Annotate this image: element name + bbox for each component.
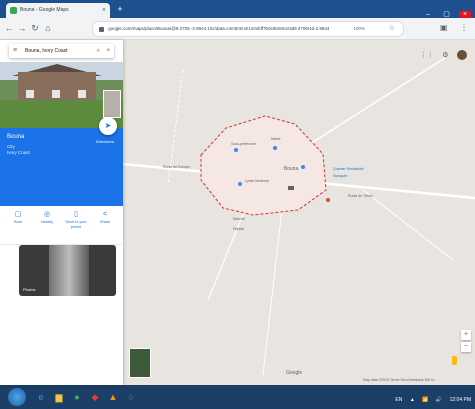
map-label-5: Hôpital	[233, 227, 244, 231]
poi-marker-6	[288, 186, 294, 190]
save-label: Save	[13, 220, 23, 224]
map-label-6: Route de Doropo	[163, 165, 190, 169]
media-taskbar-icon[interactable]: ●	[70, 390, 84, 404]
pegman-icon[interactable]	[452, 356, 457, 365]
hero-window	[78, 90, 86, 98]
save-button[interactable]: ▢ Save	[6, 210, 30, 225]
bookmark-icon: ▢	[14, 211, 22, 218]
paint-taskbar-icon[interactable]: ▲	[106, 390, 120, 404]
place-name: Bouna	[7, 134, 25, 140]
map-background	[123, 40, 475, 385]
home-button[interactable]: ⌂	[43, 22, 53, 34]
hamburger-menu-icon[interactable]: ≡	[13, 44, 17, 58]
start-button[interactable]	[8, 388, 26, 406]
hero-window	[26, 90, 34, 98]
browser-window: Bouna - Google Maps × + – ▢ × ← → ↻ ⌂ go…	[0, 0, 475, 409]
zoom-in-button[interactable]: +	[461, 330, 471, 340]
map-label-2: Mairie	[271, 137, 281, 141]
app-taskbar-icon[interactable]: ◆	[88, 390, 102, 404]
tab-strip: Bouna - Google Maps × + – ▢ ×	[0, 0, 475, 19]
photo-interior	[49, 245, 89, 296]
poi-marker-4	[301, 165, 305, 169]
zoom-controls: + −	[461, 328, 471, 352]
clock[interactable]: 12:04 PM	[450, 397, 471, 403]
photos-card[interactable]: Photos	[19, 245, 116, 296]
map-canvas[interactable]: Bouna Sous-préfecture Mairie Lycée Moder…	[123, 40, 475, 385]
lock-icon	[99, 26, 104, 32]
ie-taskbar-icon[interactable]: e	[34, 390, 48, 404]
map-drawing: Bouna Sous-préfecture Mairie Lycée Moder…	[123, 40, 475, 385]
hero-house	[18, 72, 96, 100]
chrome-taskbar-icon[interactable]: ○	[124, 390, 138, 404]
account-avatar[interactable]	[457, 49, 467, 60]
satellite-layer-toggle[interactable]	[129, 348, 151, 378]
map-label-1: Sous-préfecture	[231, 142, 256, 146]
new-tab-button[interactable]: +	[114, 4, 126, 14]
settings-gear-icon[interactable]: ⚙	[442, 51, 448, 59]
apps-grid-icon[interactable]: ⋮⋮	[420, 51, 434, 59]
map-top-controls: ⋮⋮ ⚙	[416, 46, 467, 60]
directions-icon[interactable]: ➤	[99, 117, 117, 135]
browser-toolbar: ← → ↻ ⌂ google.com/maps/place/Bouna/@9.2…	[0, 18, 475, 40]
zoom-out-button[interactable]: −	[461, 342, 471, 352]
windows-taskbar: e ▆ ● ◆ ▲ ○ EN ▲ 📶 🔊 12:04 PM	[0, 385, 475, 409]
hero-window	[52, 90, 60, 98]
poi-marker-1	[234, 148, 238, 152]
nearby-label: Nearby	[40, 220, 54, 224]
place-actions: ▢ Save ◎ Nearby ▯ Send to your phone < S…	[0, 210, 123, 242]
tab-title: Bouna - Google Maps	[20, 7, 69, 13]
place-panel: ≡ Bouna, Ivory Coast ⌕ × Bouna City Ivor…	[0, 40, 123, 385]
nearby-button[interactable]: ◎ Nearby	[35, 210, 59, 225]
folder-taskbar-icon[interactable]: ▆	[52, 390, 66, 404]
browser-tab[interactable]: Bouna - Google Maps ×	[6, 3, 110, 18]
zoom-level[interactable]: 100%	[353, 22, 365, 36]
back-button[interactable]: ←	[4, 22, 14, 34]
address-bar[interactable]: google.com/maps/place/Bouna/@9.2706,-2.9…	[92, 21, 404, 37]
reload-button[interactable]: ↻	[30, 22, 40, 34]
share-label: Share	[99, 220, 111, 224]
network-icon[interactable]: 📶	[422, 397, 428, 403]
share-button[interactable]: < Share	[93, 210, 117, 225]
chrome-menu-icon[interactable]: ⋮	[460, 22, 468, 34]
send-to-phone-button[interactable]: ▯ Send to your phone	[64, 210, 88, 230]
place-meta: City Ivory Coast	[7, 144, 30, 156]
bookmark-star-icon[interactable]: ☆	[389, 22, 395, 36]
poi-marker-3	[238, 182, 242, 186]
place-info-header: Bouna City Ivory Coast ➤ Directions	[0, 117, 123, 206]
map-label-9: Mosquée	[333, 174, 347, 178]
language-indicator[interactable]: EN	[395, 397, 402, 403]
place-country: Ivory Coast	[7, 150, 30, 155]
nearby-icon: ◎	[43, 211, 51, 218]
search-icon[interactable]: ⌕	[97, 44, 100, 58]
send-to-phone-label: Send to your phone	[65, 220, 87, 229]
phone-icon: ▯	[74, 211, 78, 218]
poi-marker-5	[326, 198, 330, 202]
poi-marker-2	[273, 146, 277, 150]
search-input[interactable]: Bouna, Ivory Coast	[25, 44, 85, 58]
map-label-7: Route de Téhini	[348, 194, 373, 198]
directions-label: Directions	[96, 139, 114, 144]
map-label-8: Quartier Résidentiel	[333, 167, 364, 171]
system-tray: EN ▲ 📶 🔊 12:04 PM	[392, 391, 471, 403]
window-controls: – ▢ ×	[420, 3, 471, 19]
url-text: google.com/maps/place/Bouna/@9.2706,-2.9…	[108, 26, 330, 31]
forward-button[interactable]: →	[17, 22, 27, 34]
tray-expand-icon[interactable]: ▲	[410, 397, 415, 403]
map-label-4: Marché	[233, 217, 245, 221]
street-view-thumbnail[interactable]	[103, 90, 121, 118]
extension-icon[interactable]: ▣	[440, 22, 448, 34]
photos-label: Photos	[23, 287, 36, 292]
volume-icon[interactable]: 🔊	[436, 397, 442, 403]
map-attribution[interactable]: Map data ©2019 Terms Send feedback 500 m	[363, 378, 434, 382]
google-logo: Google	[286, 370, 303, 376]
tab-close-icon[interactable]: ×	[102, 3, 106, 18]
maps-favicon-icon	[10, 7, 17, 14]
clear-search-icon[interactable]: ×	[106, 44, 110, 58]
search-box[interactable]: ≡ Bouna, Ivory Coast ⌕ ×	[9, 44, 114, 58]
map-label-city: Bouna	[284, 166, 299, 172]
map-label-3: Lycée Moderne	[245, 179, 269, 183]
share-icon: <	[102, 211, 108, 218]
